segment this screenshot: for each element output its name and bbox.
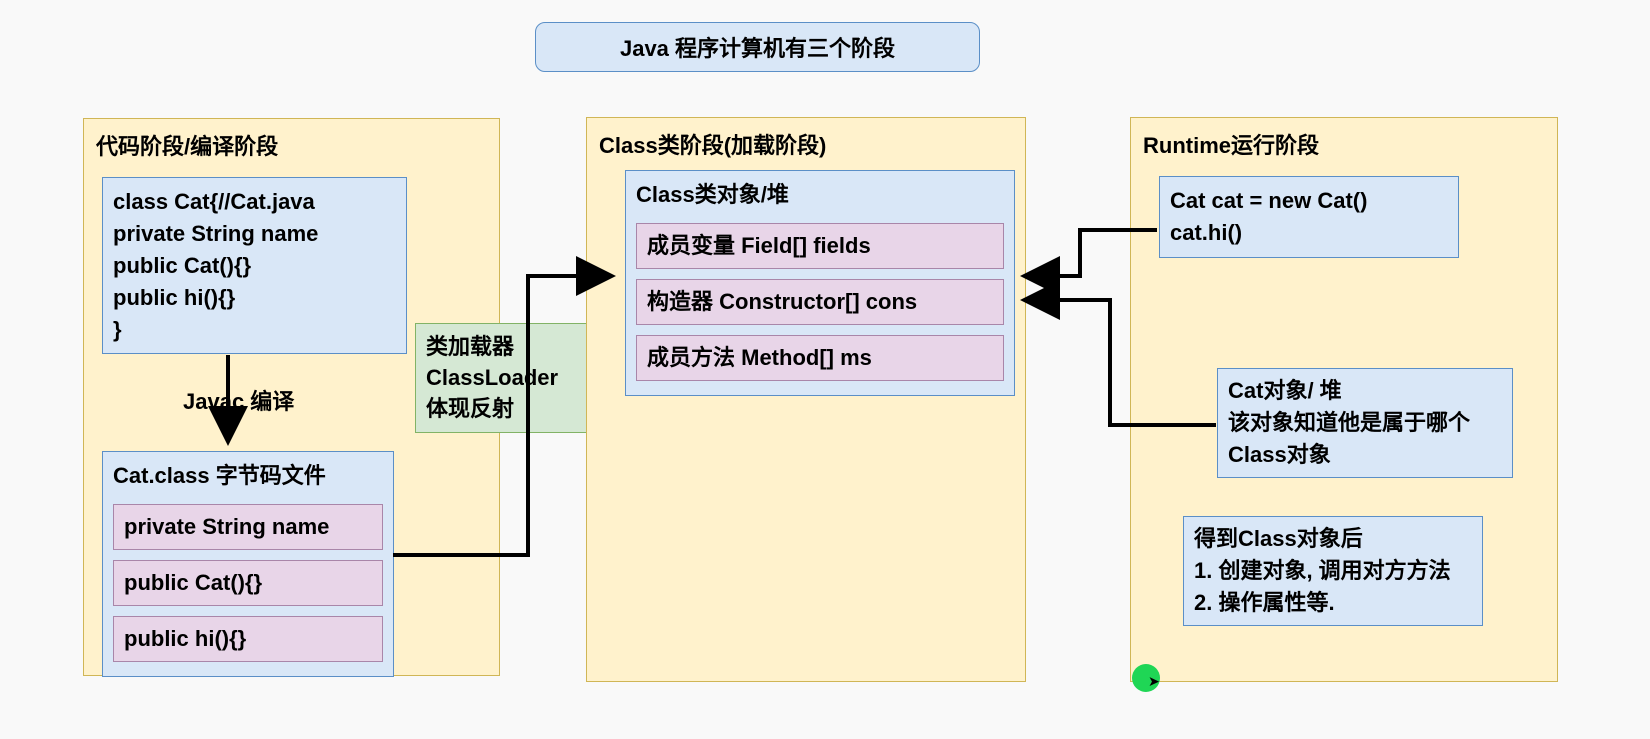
classloader-text: 类加载器 ClassLoader 体现反射	[426, 332, 589, 424]
summary-box: 得到Class对象后 1. 创建对象, 调用对方方法 2. 操作属性等.	[1183, 516, 1483, 626]
fields-pill: 成员变量 Field[] fields	[636, 223, 1004, 269]
bytecode-title: Cat.class 字节码文件	[113, 460, 383, 492]
title-text: Java 程序计算机有三个阶段	[620, 31, 895, 63]
stage-2-title: Class类阶段(加载阶段)	[599, 128, 1013, 160]
bytecode-field: private String name	[113, 504, 383, 550]
stage-1-title: 代码阶段/编译阶段	[96, 129, 487, 161]
diagram-title: Java 程序计算机有三个阶段	[535, 22, 980, 72]
runtime-code-text: Cat cat = new Cat() cat.hi()	[1170, 185, 1448, 249]
stage-3-title: Runtime运行阶段	[1143, 128, 1545, 160]
source-code-box: class Cat{//Cat.java private String name…	[102, 177, 407, 354]
cursor-arrow-icon: ➤	[1148, 673, 1160, 690]
bytecode-constructor: public Cat(){}	[113, 560, 383, 606]
methods-pill: 成员方法 Method[] ms	[636, 335, 1004, 381]
bytecode-box: Cat.class 字节码文件 private String name publ…	[102, 451, 394, 677]
source-code-text: class Cat{//Cat.java private String name…	[113, 186, 396, 345]
bytecode-method: public hi(){}	[113, 616, 383, 662]
compile-label: Javac 编译	[183, 384, 294, 416]
class-heap-title: Class类对象/堆	[636, 179, 1004, 211]
classloader-box: 类加载器 ClassLoader 体现反射	[415, 323, 600, 433]
constructors-pill: 构造器 Constructor[] cons	[636, 279, 1004, 325]
class-heap-box: Class类对象/堆 成员变量 Field[] fields 构造器 Const…	[625, 170, 1015, 396]
runtime-code-box: Cat cat = new Cat() cat.hi()	[1159, 176, 1459, 258]
stage-2-class-load: Class类阶段(加载阶段) Class类对象/堆 成员变量 Field[] f…	[586, 117, 1026, 682]
cat-object-text: Cat对象/ 堆 该对象知道他是属于哪个Class对象	[1228, 375, 1502, 471]
summary-text: 得到Class对象后 1. 创建对象, 调用对方方法 2. 操作属性等.	[1194, 523, 1472, 619]
stage-3-runtime: Runtime运行阶段 Cat cat = new Cat() cat.hi()…	[1130, 117, 1558, 682]
cat-object-box: Cat对象/ 堆 该对象知道他是属于哪个Class对象	[1217, 368, 1513, 478]
